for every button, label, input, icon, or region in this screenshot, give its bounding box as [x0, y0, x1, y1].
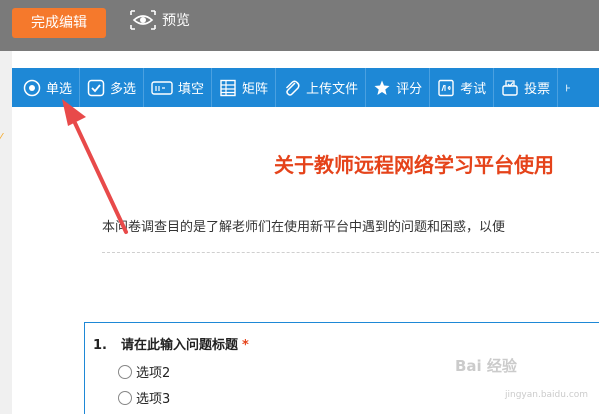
question-title-text: 请在此输入问题标题 [120, 338, 238, 353]
watermark: Bai 经验 [455, 357, 517, 375]
exam-icon [438, 79, 454, 96]
finish-edit-button[interactable]: 完成编辑 [12, 8, 106, 38]
required-mark: * [242, 338, 249, 353]
survey-title[interactable]: 关于教师远程网络学习平台使用 [274, 149, 554, 178]
tool-multiple-choice[interactable]: 多选 [80, 68, 145, 107]
radio-icon [23, 79, 41, 96]
option-label: 选项2 [136, 366, 171, 381]
divider [102, 252, 599, 253]
question-number: 1. [93, 338, 107, 353]
top-bar: 完成编辑 预览 [0, 0, 599, 51]
left-gutter: ⁄ [0, 51, 12, 414]
tool-single-choice[interactable]: 单选 [16, 68, 81, 107]
tool-rating[interactable]: 评分 [366, 68, 431, 107]
tool-label: 上传文件 [306, 82, 359, 97]
radio-button[interactable] [118, 390, 132, 405]
question-title[interactable]: 1. 请在此输入问题标题 * [93, 334, 249, 353]
survey-description[interactable]: 本问卷调查目的是了解老师们在使用新平台中遇到的问题和困惑，以便 [102, 216, 505, 235]
question-card[interactable]: 1. 请在此输入问题标题 * 选项2 选项3 [84, 322, 599, 414]
tool-fill-blank[interactable]: 填空 [144, 68, 213, 107]
tool-matrix[interactable]: 矩阵 [212, 68, 277, 107]
star-icon [374, 80, 390, 95]
preview-label: 预览 [162, 13, 190, 29]
preview-button[interactable]: 预览 [130, 8, 190, 32]
tool-label: 矩阵 [242, 82, 269, 97]
tool-label: 投票 [524, 82, 551, 97]
paperclip-icon [286, 80, 300, 96]
option-item[interactable]: 选项2 [118, 362, 170, 381]
tool-more[interactable] [558, 68, 582, 107]
watermark-sub: jingyan.baidu.com [505, 390, 589, 400]
tool-label: 填空 [178, 82, 205, 97]
radio-button[interactable] [118, 364, 132, 379]
tool-exam[interactable]: 考试 [430, 68, 495, 107]
textbox-icon [151, 80, 173, 95]
checkbox-icon [87, 79, 105, 96]
tool-label: 评分 [396, 82, 423, 97]
option-label: 选项3 [136, 392, 171, 407]
question-type-toolbar: 单选 多选 填空 矩阵 上传文件 评分 考试 投票 [12, 68, 599, 107]
vote-icon [502, 79, 518, 96]
option-item[interactable]: 选项3 [118, 388, 170, 407]
tool-label: 考试 [460, 82, 487, 97]
tool-label: 多选 [110, 82, 137, 97]
more-tools-icon [566, 84, 571, 91]
tool-upload-file[interactable]: 上传文件 [276, 68, 367, 107]
eye-icon [130, 10, 156, 30]
matrix-icon [220, 79, 236, 96]
gutter-mark-icon: ⁄ [0, 131, 2, 144]
tool-label: 单选 [46, 82, 73, 97]
tool-vote[interactable]: 投票 [494, 68, 559, 107]
